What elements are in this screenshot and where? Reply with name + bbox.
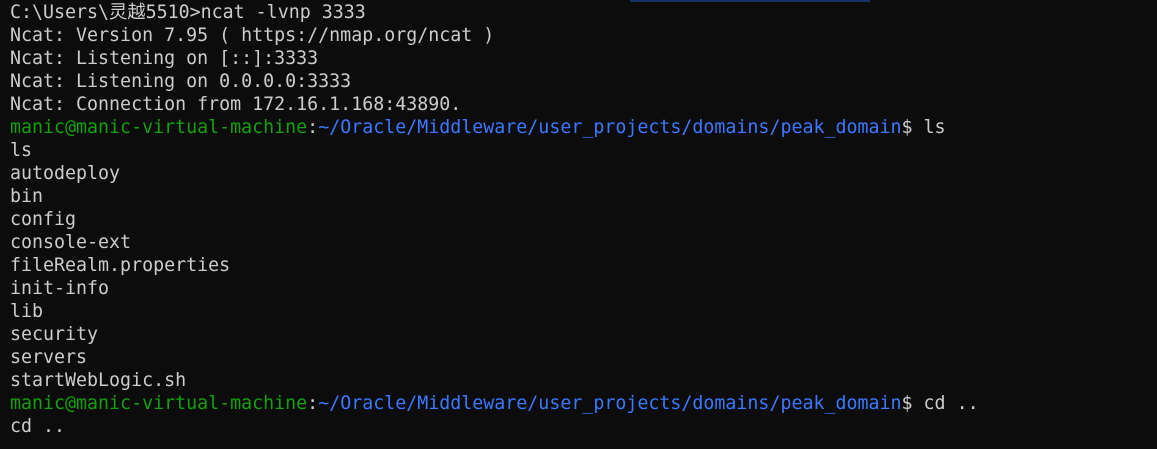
prompt-symbol: $ bbox=[901, 117, 924, 138]
terminal-line-windows-command: C:\Users\灵越5510>ncat -lvnp 3333 bbox=[10, 2, 366, 23]
prompt-path: ~/Oracle/Middleware/user_projects/domain… bbox=[318, 117, 902, 138]
prompt-separator: : bbox=[307, 393, 319, 414]
output-line: security bbox=[10, 324, 99, 345]
output-line: console-ext bbox=[10, 232, 132, 253]
output-line: config bbox=[10, 209, 77, 230]
terminal-window[interactable]: C:\Users\灵越5510>ncat -lvnp 3333 Ncat: Ve… bbox=[0, 0, 1157, 449]
output-line: ls bbox=[10, 140, 33, 161]
prompt-command: ls bbox=[923, 117, 946, 138]
output-line: init-info bbox=[10, 278, 110, 299]
scroll-indicator bbox=[630, 0, 870, 2]
prompt-user-host: manic@manic-virtual-machine bbox=[10, 393, 308, 414]
shell-prompt-line: manic@manic-virtual-machine:~/Oracle/Mid… bbox=[10, 116, 1157, 139]
output-line: fileRealm.properties bbox=[10, 255, 231, 276]
prompt-separator: : bbox=[307, 117, 319, 138]
prompt-path: ~/Oracle/Middleware/user_projects/domain… bbox=[318, 393, 902, 414]
terminal-line-listening-ipv4: Ncat: Listening on 0.0.0.0:3333 bbox=[10, 71, 352, 92]
terminal-line-listening-ipv6: Ncat: Listening on [::]:3333 bbox=[10, 48, 319, 69]
prompt-command: cd .. bbox=[923, 393, 979, 414]
prompt-symbol: $ bbox=[901, 393, 924, 414]
terminal-line-ncat-version: Ncat: Version 7.95 ( https://nmap.org/nc… bbox=[10, 25, 495, 46]
output-line: startWebLogic.sh bbox=[10, 370, 187, 391]
prompt-user-host: manic@manic-virtual-machine bbox=[10, 117, 308, 138]
output-line: lib bbox=[10, 301, 44, 322]
output-line: bin bbox=[10, 186, 44, 207]
output-line: servers bbox=[10, 347, 88, 368]
terminal-line-connection: Ncat: Connection from 172.16.1.168:43890… bbox=[10, 94, 462, 115]
output-line: cd .. bbox=[10, 416, 66, 437]
output-line: autodeploy bbox=[10, 163, 121, 184]
shell-prompt-line: manic@manic-virtual-machine:~/Oracle/Mid… bbox=[10, 392, 1157, 415]
